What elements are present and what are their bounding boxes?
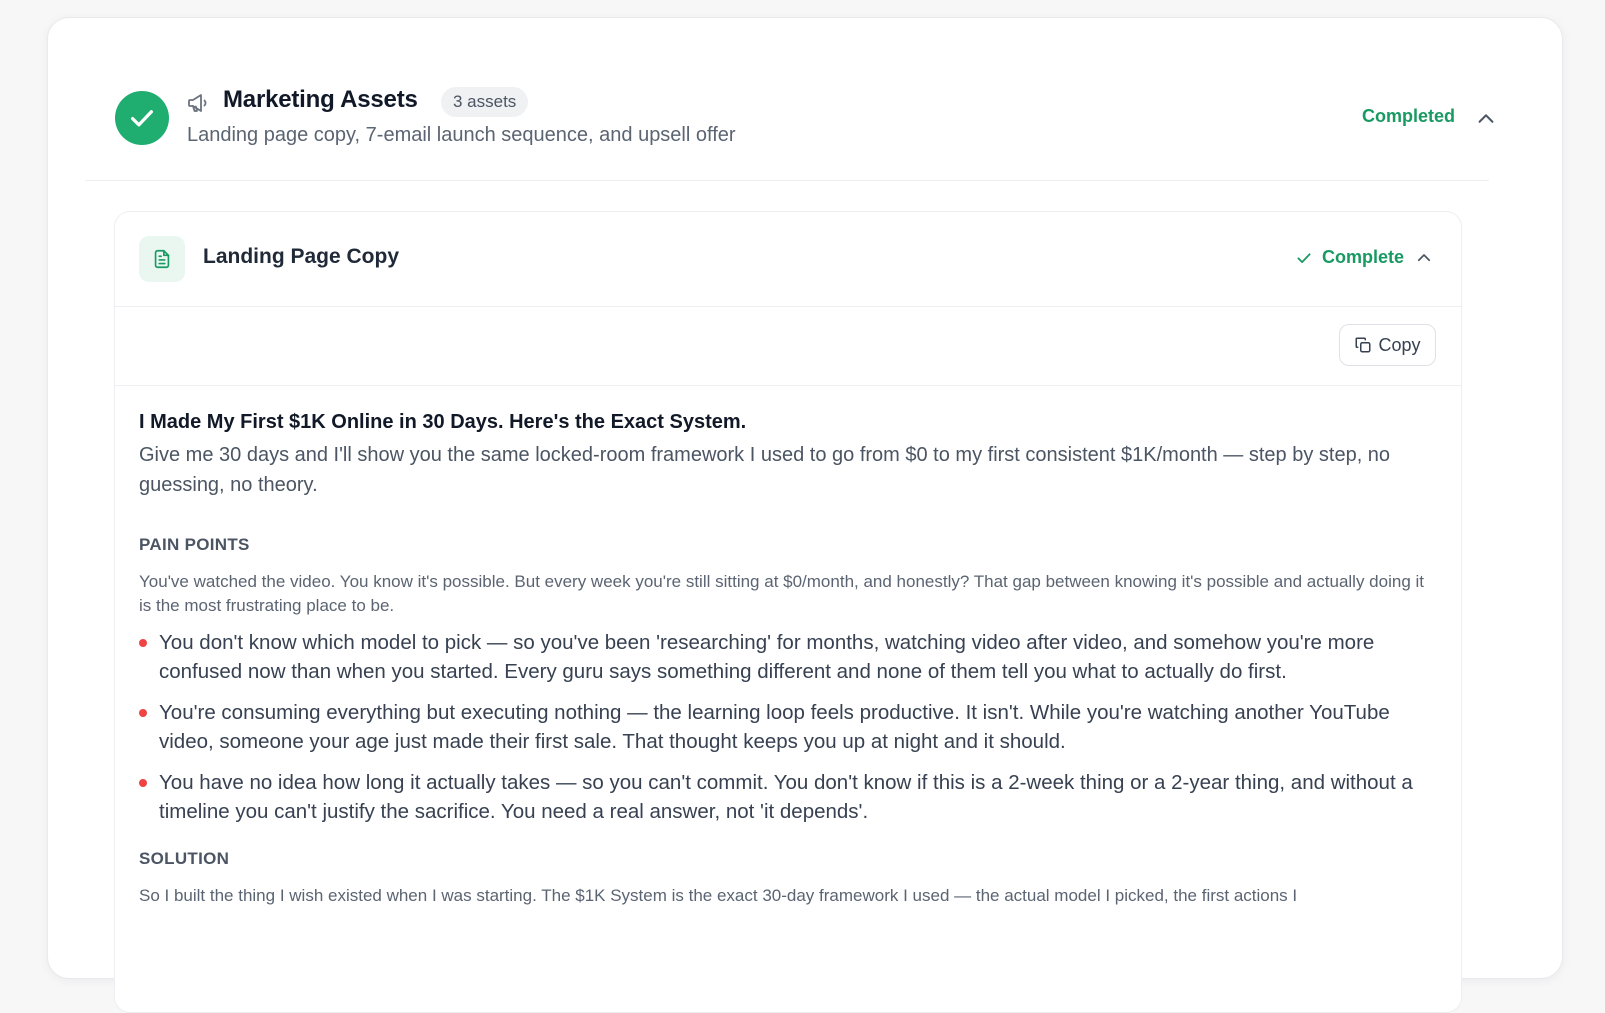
solution-intro: So I built the thing I wish existed when… bbox=[139, 886, 1298, 905]
section-divider bbox=[85, 180, 1489, 181]
pain-point-item: You don't know which model to pick — so … bbox=[139, 628, 1439, 686]
assets-count-badge: 3 assets bbox=[441, 87, 529, 117]
solution-label: SOLUTION bbox=[139, 849, 230, 868]
asset-status: Complete bbox=[1322, 247, 1405, 267]
pain-point-item: You have no idea how long it actually ta… bbox=[139, 768, 1439, 826]
section-status: Completed bbox=[1362, 106, 1456, 126]
asset-content: I Made My First $1K Online in 30 Days. H… bbox=[139, 408, 1439, 908]
asset-header[interactable]: Landing Page Copy Complete bbox=[115, 212, 1461, 307]
bullet-dot-icon bbox=[139, 639, 147, 647]
pain-point-text: You don't know which model to pick — so … bbox=[159, 631, 1375, 683]
bullet-dot-icon bbox=[139, 779, 147, 787]
copy-button-label: Copy bbox=[1378, 334, 1421, 355]
asset-title: Landing Page Copy bbox=[203, 245, 400, 268]
asset-card-landing-page-copy: Landing Page Copy Complete Copy I Made M… bbox=[114, 211, 1462, 1013]
document-icon bbox=[139, 236, 185, 282]
landing-subhead: Give me 30 days and I'll show you the sa… bbox=[139, 444, 1391, 496]
pain-point-item: You're consuming everything but executin… bbox=[139, 698, 1439, 756]
section-header[interactable]: Marketing Assets 3 assets Landing page c… bbox=[48, 18, 1562, 181]
completed-check-icon bbox=[115, 91, 169, 145]
collapse-asset-chevron-up-icon[interactable] bbox=[1415, 249, 1433, 267]
pain-points-list: You don't know which model to pick — so … bbox=[139, 628, 1439, 826]
complete-check-icon bbox=[1295, 249, 1313, 267]
landing-headline: I Made My First $1K Online in 30 Days. H… bbox=[139, 411, 747, 433]
copy-icon bbox=[1355, 337, 1371, 353]
section-subtitle: Landing page copy, 7-email launch sequen… bbox=[187, 124, 736, 146]
pain-points-intro: You've watched the video. You know it's … bbox=[139, 572, 1424, 615]
marketing-assets-card: Marketing Assets 3 assets Landing page c… bbox=[47, 17, 1563, 1013]
megaphone-icon bbox=[186, 91, 210, 115]
collapse-section-chevron-up-icon[interactable] bbox=[1475, 108, 1497, 130]
pain-points-label: PAIN POINTS bbox=[139, 535, 250, 554]
pain-point-text: You're consuming everything but executin… bbox=[159, 701, 1390, 753]
pain-point-text: You have no idea how long it actually ta… bbox=[159, 771, 1413, 823]
bullet-dot-icon bbox=[139, 709, 147, 717]
copy-button[interactable]: Copy bbox=[1339, 324, 1436, 366]
section-title: Marketing Assets bbox=[223, 86, 418, 113]
asset-toolbar: Copy bbox=[115, 307, 1461, 386]
